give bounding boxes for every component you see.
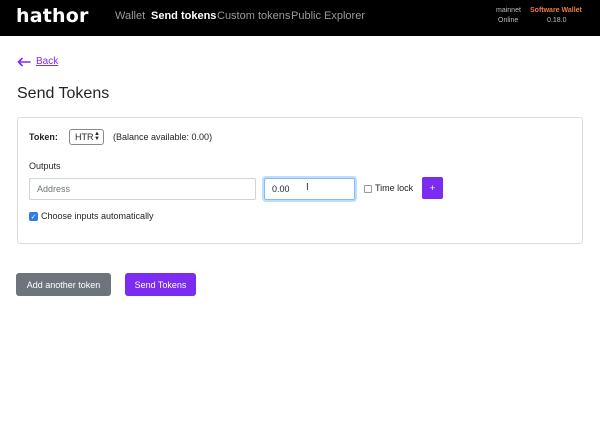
timelock-label[interactable]: Time lock [375, 183, 413, 193]
wallet-type-label: Software Wallet [530, 7, 582, 14]
send-tokens-button[interactable]: Send Tokens [125, 273, 196, 296]
add-another-token-button[interactable]: Add another token [16, 273, 111, 296]
back-link-label[interactable]: Back [36, 56, 58, 67]
hathor-logo[interactable]: hathor [16, 5, 89, 27]
nav-item-send-tokens[interactable]: Send tokens [151, 10, 216, 22]
add-output-button[interactable]: + [422, 177, 443, 199]
network-status: Online [498, 17, 519, 24]
nav-item-public-explorer[interactable]: Public Explorer [291, 10, 365, 22]
auto-inputs-label[interactable]: Choose inputs automatically [41, 211, 154, 221]
top-navbar: hathor Wallet Send tokens Custom tokens … [0, 0, 600, 36]
address-input[interactable] [29, 178, 256, 200]
auto-inputs-checkbox[interactable]: ✓ [29, 212, 38, 221]
token-label: Token: [29, 132, 58, 142]
nav-item-wallet[interactable]: Wallet [115, 10, 145, 22]
back-link[interactable]: Back [17, 56, 58, 67]
balance-text: (Balance available: 0.00) [113, 132, 213, 142]
timelock-checkbox[interactable] [364, 185, 372, 193]
updown-caret-icon: ▲ ▼ [94, 131, 100, 142]
nav-item-custom-tokens[interactable]: Custom tokens [217, 10, 290, 22]
network-name: mainnet [496, 7, 521, 14]
amount-input[interactable] [264, 178, 355, 200]
arrow-left-icon [17, 57, 31, 66]
token-select[interactable]: HTR ▲ ▼ [69, 129, 104, 145]
send-tokens-card: Token: HTR ▲ ▼ (Balance available: 0.00) … [17, 117, 583, 244]
page-title: Send Tokens [17, 85, 110, 102]
token-select-value: HTR [75, 132, 94, 142]
wallet-version: 0.18.0 [547, 17, 567, 24]
text-cursor-icon: I [306, 182, 309, 193]
outputs-label: Outputs [29, 161, 61, 171]
check-icon: ✓ [30, 213, 37, 221]
